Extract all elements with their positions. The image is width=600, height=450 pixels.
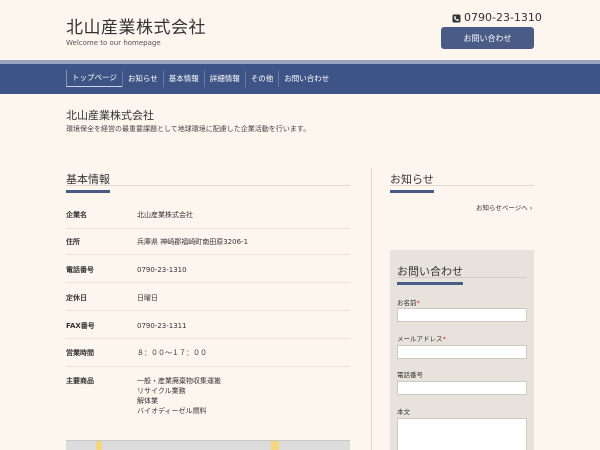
email-label-text: メールアドレス [397,335,443,343]
site-header: 北山産業株式会社 Welcome to our homepage 0790-23… [0,0,600,60]
info-value: 北山産業株式会社 [137,211,193,219]
sidebar-divider [371,168,372,450]
nav-item-details[interactable]: 詳細情報 [203,70,245,87]
info-value: 兵庫県 神崎郡福崎町南田原3206-1 [137,238,249,246]
nav-item-basic-info[interactable]: 基本情報 [162,70,204,87]
basic-info-heading-text: 基本情報 [66,171,110,193]
nav-items: トップページ お知らせ 基本情報 詳細情報 その他 お問い合わせ [66,70,334,87]
header-phone-number: 0790-23-1310 [464,11,542,24]
news-divider [390,185,534,186]
news-heading: お知らせ [390,168,434,193]
info-value: 0790-23-1310 [137,266,187,274]
row-divider [66,338,350,339]
phone-field[interactable] [397,381,527,395]
basic-info-heading: 基本情報 [66,168,110,193]
info-value: ８：００～１７：００ [137,349,207,357]
email-field[interactable] [397,345,527,359]
info-label: 住所 [66,238,80,246]
site-tagline: Welcome to our homepage [66,39,161,47]
map-road [96,441,102,450]
contact-form: お問い合わせ お名前* メールアドレス* 電話番号 本文 [390,250,534,450]
site-title[interactable]: 北山産業株式会社 [66,13,206,38]
contact-form-heading: お問い合わせ [397,260,463,285]
product-item: 解体業 [137,397,158,405]
info-label: FAX番号 [66,322,95,330]
product-item: リサイクル業務 [137,387,186,395]
map-road [271,441,279,450]
required-mark: * [416,299,420,307]
row-divider [66,254,350,255]
name-label: お名前* [397,297,420,307]
header-contact-button[interactable]: お問い合わせ [441,27,534,49]
basic-info-divider [66,185,350,186]
row-divider [66,228,350,229]
nav-item-contact[interactable]: お問い合わせ [278,70,334,87]
name-label-text: お名前 [397,299,417,307]
email-label: メールアドレス* [397,333,446,343]
header-phone: 0790-23-1310 [452,11,542,24]
info-value-list: 一般・産業廃棄物収集運搬 リサイクル業務 解体業 バイオディーゼル燃料 [137,376,221,416]
row-divider [66,366,350,367]
row-divider [66,310,350,311]
phone-icon [452,13,461,23]
product-item: バイオディーゼル燃料 [137,407,207,415]
news-page-link[interactable]: お知らせページへ › [476,202,532,212]
phone-label: 電話番号 [397,371,423,379]
info-label: 営業時間 [66,349,94,357]
intro-text: 環境保全を経営の最重要課題として地球環境に配慮した企業活動を行います。 [66,125,311,133]
product-item: 一般・産業廃棄物収集運搬 [137,377,221,385]
required-mark: * [442,335,446,343]
body-label: 本文 [397,408,410,416]
info-value: 0790-23-1311 [137,322,187,330]
nav-item-other[interactable]: その他 [244,70,279,87]
contact-form-heading-text: お問い合わせ [397,263,463,285]
info-label: 電話番号 [66,266,94,274]
nav-item-news[interactable]: お知らせ [121,70,163,87]
info-value: 日曜日 [137,294,158,302]
body-textarea[interactable] [397,418,527,450]
intro-title: 北山産業株式会社 [66,109,154,122]
nav-item-top[interactable]: トップページ [66,70,122,87]
row-divider [66,282,350,283]
news-heading-text: お知らせ [390,171,434,193]
main-nav: トップページ お知らせ 基本情報 詳細情報 その他 お問い合わせ [0,64,600,94]
info-label: 定休日 [66,294,87,302]
name-field[interactable] [397,308,527,322]
map-embed[interactable] [66,440,350,450]
contact-form-divider [397,277,527,278]
info-label: 主要商品 [66,377,94,385]
info-label: 企業名 [66,211,87,219]
